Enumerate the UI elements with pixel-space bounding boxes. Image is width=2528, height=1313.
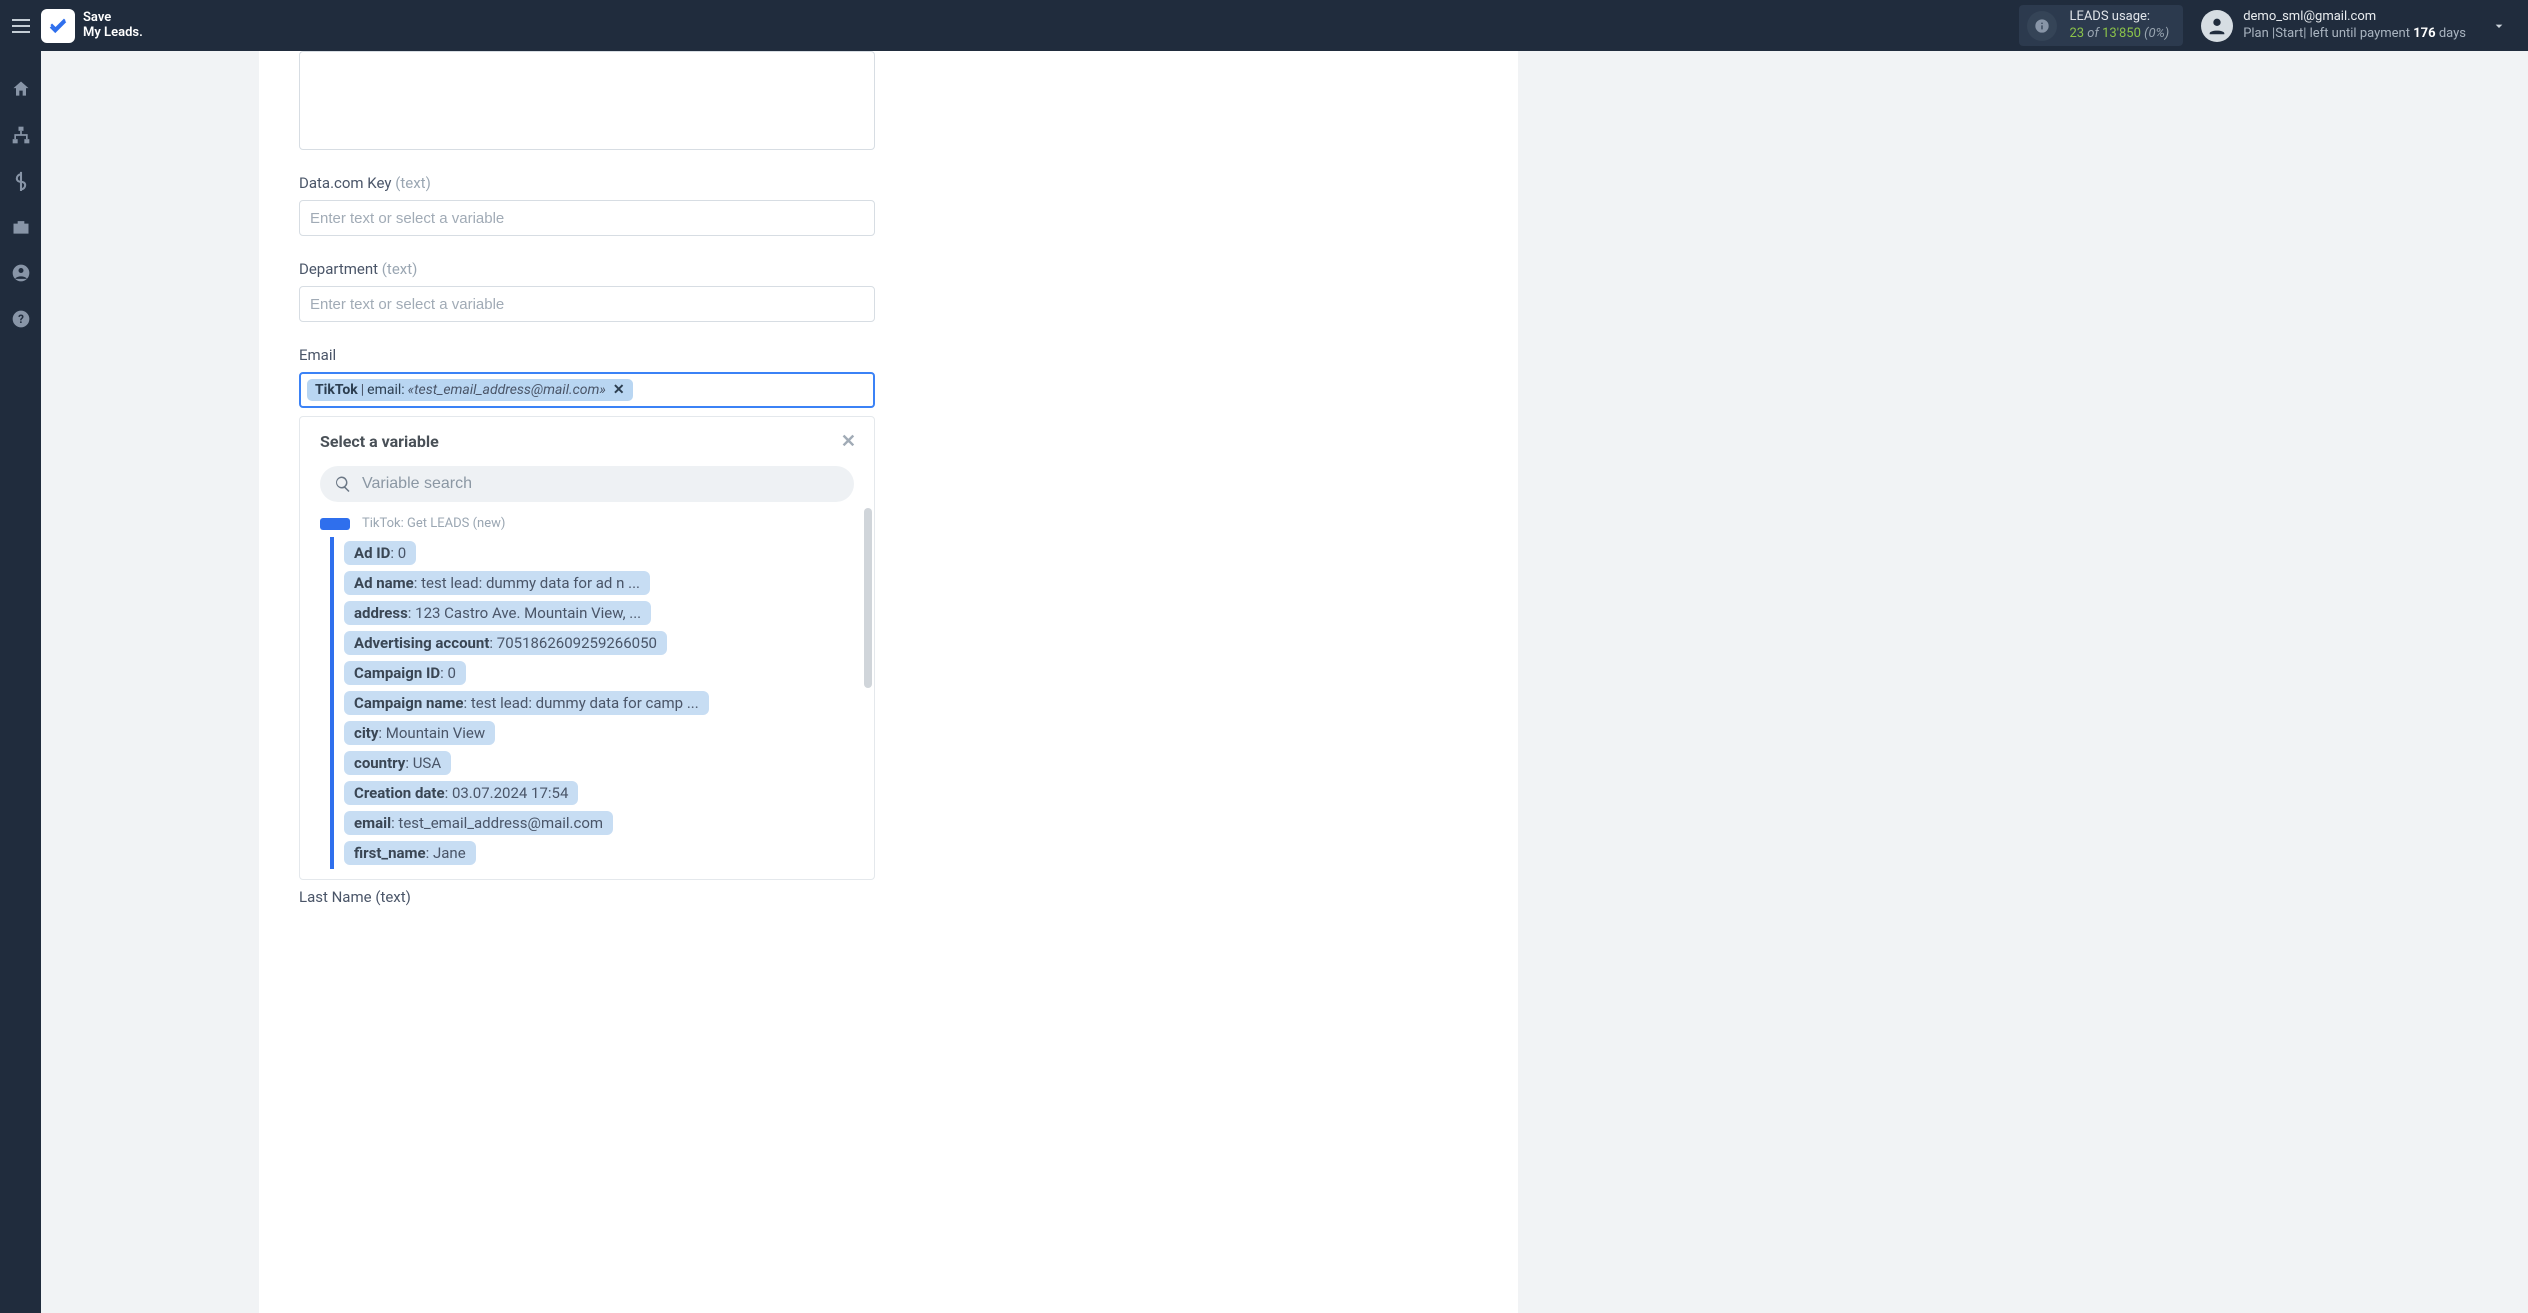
variable-option[interactable]: Ad ID: 0 <box>344 541 416 565</box>
email-label: Email <box>299 346 875 364</box>
variable-option[interactable]: Creation date: 03.07.2024 17:54 <box>344 781 578 805</box>
brand-logo <box>41 9 75 43</box>
source-name: TikTok: Get LEADS (new) <box>362 516 505 531</box>
sidebar-item-account[interactable] <box>9 261 33 285</box>
source-color-pill <box>320 518 350 530</box>
variable-search-box[interactable] <box>320 466 854 502</box>
usage-used: 23 <box>2069 26 2084 41</box>
department-label-hint: (text) <box>382 260 418 278</box>
sidebar-item-billing[interactable] <box>9 169 33 193</box>
question-icon: ? <box>11 309 31 329</box>
variable-option[interactable]: first_name: Jane <box>344 841 476 865</box>
dollar-icon <box>11 171 31 191</box>
email-input[interactable]: TikTok | email: «test_email_address@mail… <box>299 372 875 408</box>
sidebar-item-toolbox[interactable] <box>9 215 33 239</box>
account-text: demo_sml@gmail.com Plan |Start| left unt… <box>2243 9 2466 42</box>
chip-field: email: <box>367 382 405 398</box>
brand-text: Save My Leads. <box>83 11 143 41</box>
app-header: Save My Leads. LEADS usage: 23 of 13'850… <box>0 0 2528 51</box>
checkmark-icon <box>47 15 69 37</box>
brand-line1: Save <box>83 11 143 26</box>
account-expand-button[interactable] <box>2482 18 2516 34</box>
menu-toggle-button[interactable] <box>0 0 41 51</box>
variable-dropdown: Select a variable ✕ TikTok: Get LEADS (n… <box>299 416 875 880</box>
user-icon <box>2206 15 2228 37</box>
datacom-input[interactable] <box>299 200 875 236</box>
variable-option[interactable]: Campaign ID: 0 <box>344 661 466 685</box>
sitemap-icon <box>11 125 31 145</box>
account-sub-suffix: days <box>2436 26 2466 41</box>
chip-pipe: | <box>361 382 364 398</box>
usage-text: LEADS usage: 23 of 13'850 (0%) <box>2069 9 2169 42</box>
chip-source: TikTok <box>315 382 358 398</box>
dropdown-body: TikTok: Get LEADS (new) Ad ID: 0 Ad name… <box>300 508 874 879</box>
usage-of: of <box>2087 26 2099 41</box>
account-sub-prefix: Plan |Start| left until payment <box>2243 26 2413 41</box>
variable-option[interactable]: Campaign name: test lead: dummy data for… <box>344 691 709 715</box>
account-email: demo_sml@gmail.com <box>2243 9 2466 25</box>
sidebar: ? <box>0 51 41 1313</box>
department-label: Department (text) <box>299 260 875 278</box>
usage-widget[interactable]: LEADS usage: 23 of 13'850 (0%) <box>2019 5 2183 46</box>
chip-value: «test_email_address@mail.com» <box>408 382 606 398</box>
variable-option[interactable]: email: test_email_address@mail.com <box>344 811 613 835</box>
hamburger-icon <box>12 19 30 33</box>
variable-option[interactable]: country: USA <box>344 751 451 775</box>
variable-search-input[interactable] <box>362 475 840 493</box>
email-label-text: Email <box>299 346 336 364</box>
home-icon <box>11 79 31 99</box>
usage-label: LEADS usage: <box>2069 9 2169 25</box>
dropdown-close-button[interactable]: ✕ <box>841 431 856 452</box>
variable-option[interactable]: city: Mountain View <box>344 721 495 745</box>
brand-line2: My Leads. <box>83 26 143 41</box>
sidebar-item-connections[interactable] <box>9 123 33 147</box>
account-days: 176 <box>2413 26 2435 41</box>
chevron-down-icon <box>2491 18 2507 34</box>
department-input[interactable] <box>299 286 875 322</box>
usage-pct: (0%) <box>2144 26 2169 41</box>
avatar <box>2201 10 2233 42</box>
content-card: Data.com Key (text) Department (text) Em… <box>259 51 1518 1313</box>
variable-list: Ad ID: 0 Ad name: test lead: dummy data … <box>330 537 854 869</box>
briefcase-icon <box>11 217 31 237</box>
datacom-label-hint: (text) <box>395 174 431 192</box>
brand: Save My Leads. <box>41 9 143 43</box>
usage-total: 13'850 <box>2102 26 2141 41</box>
user-circle-icon <box>11 263 31 283</box>
last-name-label-hint: (text) <box>375 888 411 906</box>
variable-option[interactable]: Ad name: test lead: dummy data for ad n … <box>344 571 650 595</box>
email-variable-chip[interactable]: TikTok | email: «test_email_address@mail… <box>307 379 633 401</box>
form-column: Data.com Key (text) Department (text) Em… <box>299 51 875 906</box>
dropdown-title: Select a variable <box>320 432 439 451</box>
variable-option[interactable]: Advertising account: 7051862609259266050 <box>344 631 667 655</box>
page-body: Data.com Key (text) Department (text) Em… <box>41 51 2528 1313</box>
sidebar-item-help[interactable]: ? <box>9 307 33 331</box>
previous-field-box[interactable] <box>299 51 875 150</box>
department-label-text: Department <box>299 260 378 278</box>
svg-text:?: ? <box>18 312 24 326</box>
last-name-label-text: Last Name <box>299 888 372 906</box>
variable-option[interactable]: address: 123 Castro Ave. Mountain View, … <box>344 601 651 625</box>
info-icon <box>2027 11 2057 41</box>
last-name-label: Last Name (text) <box>299 888 875 906</box>
sidebar-item-home[interactable] <box>9 77 33 101</box>
datacom-label: Data.com Key (text) <box>299 174 875 192</box>
dropdown-scrollbar[interactable] <box>864 508 872 688</box>
account-widget[interactable]: demo_sml@gmail.com Plan |Start| left unt… <box>2201 9 2466 42</box>
datacom-label-text: Data.com Key <box>299 174 391 192</box>
chip-remove-button[interactable]: ✕ <box>613 382 625 398</box>
source-row[interactable]: TikTok: Get LEADS (new) <box>320 512 854 537</box>
search-icon <box>334 475 352 493</box>
